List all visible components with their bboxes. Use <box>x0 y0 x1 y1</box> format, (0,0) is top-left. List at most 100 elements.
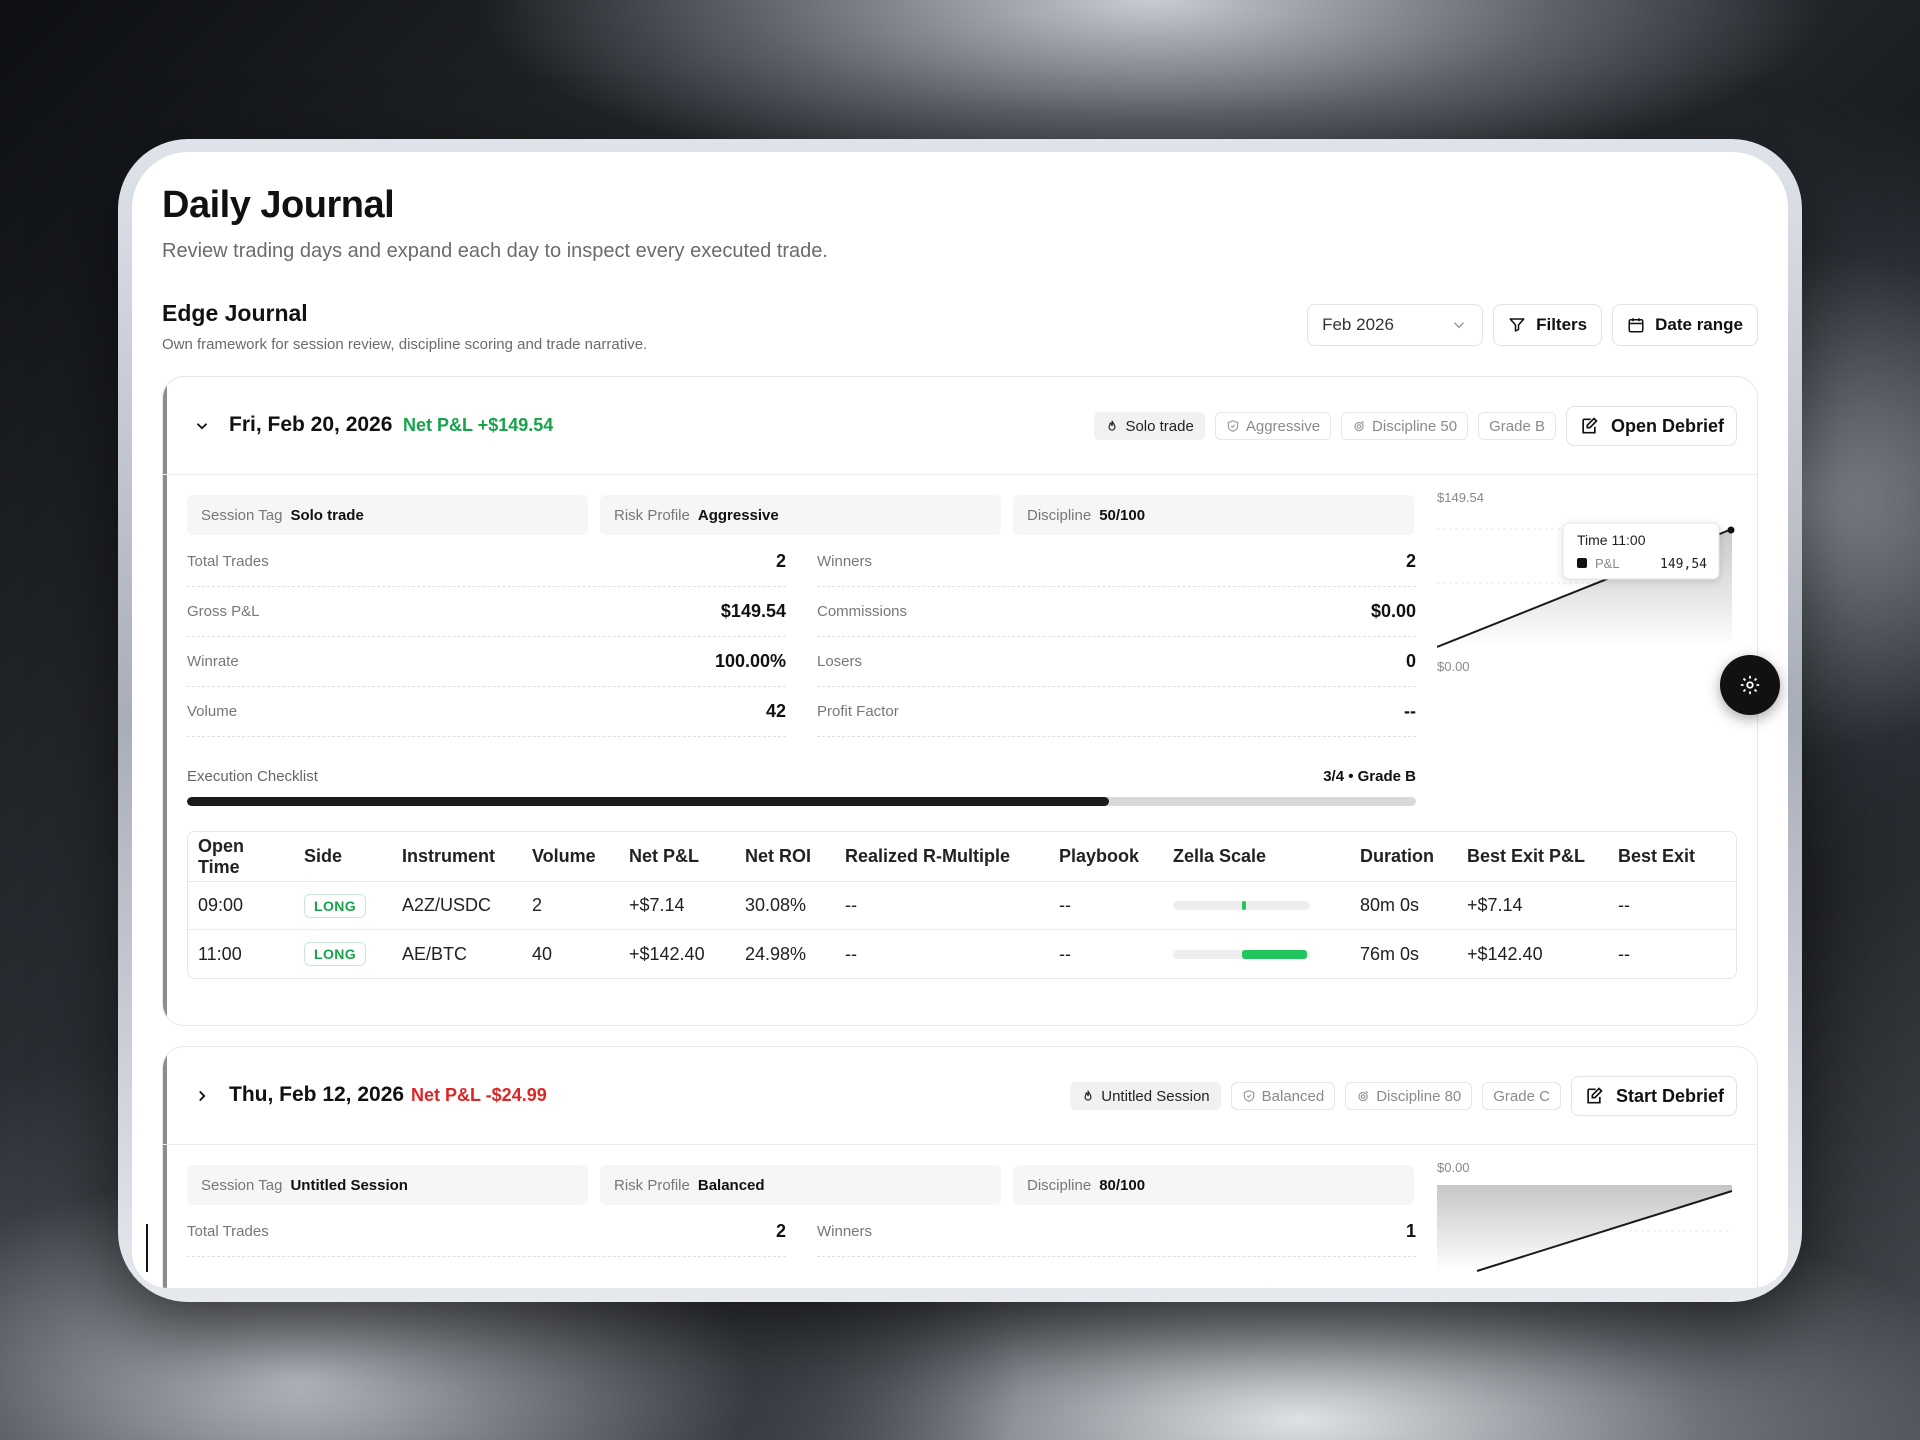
stat-label: Total Trades <box>187 1223 269 1240</box>
zella-scale-bar <box>1241 949 1307 959</box>
stat-label: Winners <box>817 1223 873 1240</box>
stat-label: Gross P&L <box>187 603 260 620</box>
chart-point <box>1727 526 1735 534</box>
stat-losers: Losers 0 <box>817 637 1416 687</box>
chevron-right-icon[interactable] <box>193 1087 211 1105</box>
stat-label: Commissions <box>817 603 908 620</box>
col-net-pnl[interactable]: Net P&L <box>619 832 735 882</box>
discipline-value: 50/100 <box>1099 506 1146 524</box>
day-card-header[interactable]: Fri, Feb 20, 2026 Net P&L +$149.54 Solo … <box>163 377 1757 475</box>
discipline-chip: Discipline 50 <box>1341 412 1469 440</box>
stat-commissions: Commissions $0.00 <box>817 587 1416 637</box>
col-volume[interactable]: Volume <box>522 832 619 882</box>
text-cursor <box>146 1224 148 1272</box>
col-best-exit-pnl[interactable]: Best Exit P&L <box>1457 832 1608 882</box>
month-select-value: Feb 2026 <box>1322 315 1394 334</box>
day-card: Thu, Feb 12, 2026 Net P&L -$24.99 Untitl… <box>162 1046 1758 1288</box>
cell-volume: 2 <box>522 882 619 930</box>
day-chips: Untitled Session Balanced Discipline 80 … <box>1070 1076 1737 1116</box>
risk-chip: Balanced <box>1230 1082 1336 1110</box>
chevron-down-icon[interactable] <box>193 417 211 435</box>
settings-fab[interactable] <box>1720 655 1780 715</box>
day-card-header[interactable]: Thu, Feb 12, 2026 Net P&L -$24.99 Untitl… <box>163 1047 1757 1145</box>
stat-value: 100.00% <box>714 651 786 671</box>
day-stats: Total Trades 2 Winners 2 Gross P&L $149.54 … <box>187 537 1416 737</box>
col-open-time[interactable]: Open Time <box>188 832 294 882</box>
session-tag: Session Tag Untitled Session <box>187 1165 588 1205</box>
col-side[interactable]: Side <box>294 832 392 882</box>
flame-icon <box>1084 1090 1092 1101</box>
session-tag-value: Untitled Session <box>290 1176 408 1194</box>
stat-label: Winrate <box>187 653 239 670</box>
col-instrument[interactable]: Instrument <box>392 832 522 882</box>
cell-best-exit-pnl: +$142.40 <box>1467 943 1543 964</box>
open-debrief-button[interactable]: Open Debrief <box>1565 406 1737 446</box>
risk-chip-label: Balanced <box>1261 1087 1325 1105</box>
col-r-multiple[interactable]: Realized R-Multiple <box>835 832 1049 882</box>
col-best-exit[interactable]: Best Exit <box>1608 832 1736 882</box>
chart-bottom-label: $0.00 <box>1437 659 1470 674</box>
checklist-progress <box>187 797 1416 806</box>
col-duration[interactable]: Duration <box>1350 832 1457 882</box>
stat-label: Volume <box>187 703 238 720</box>
start-debrief-label: Start Debrief <box>1615 1085 1724 1106</box>
table-row[interactable]: 09:00 LONG A2Z/USDC 2 +$7.14 30.08% -- -… <box>188 882 1736 930</box>
day-chips: Solo trade Aggressive Discipline 50 Grad… <box>1094 406 1737 446</box>
zella-scale-track <box>1173 901 1310 910</box>
trades-table: Open Time Side Instrument Volume Net P&L… <box>187 831 1737 979</box>
stat-value: 42 <box>765 701 786 721</box>
date-range-button[interactable]: Date range <box>1612 304 1758 346</box>
risk-profile: Risk Profile Balanced <box>600 1165 1001 1205</box>
stat-label: Winners <box>817 553 873 570</box>
cell-open-time: 09:00 <box>188 882 294 930</box>
cell-instrument: AE/BTC <box>402 943 468 964</box>
filter-icon <box>1509 318 1525 332</box>
flame-icon <box>1108 420 1116 431</box>
chart-top-label: $149.54 <box>1437 491 1484 505</box>
discipline-value: 80/100 <box>1099 1176 1146 1194</box>
date-range-label: Date range <box>1655 315 1743 334</box>
tooltip-series: P&L <box>1595 556 1620 571</box>
stat-winrate: Winrate 100.00% <box>187 637 786 687</box>
section-title: Edge Journal <box>162 300 308 326</box>
cell-r-multiple: -- <box>835 882 1049 930</box>
checklist-progress-fill <box>187 797 1109 806</box>
filters-button[interactable]: Filters <box>1493 304 1603 346</box>
stat-label: Profit Factor <box>817 703 899 720</box>
cell-zella-scale <box>1163 882 1350 930</box>
cell-zella-scale <box>1163 930 1350 978</box>
discipline-chip-label: Discipline 80 <box>1376 1087 1462 1105</box>
pnl-mini-chart: $149.54 $0.00 Time 11:00 P&L 149,54 <box>1437 491 1735 674</box>
section-subtitle: Own framework for session review, discip… <box>162 336 648 353</box>
day-date: Thu, Feb 12, 2026 <box>229 1083 405 1106</box>
col-net-roi[interactable]: Net ROI <box>735 832 835 882</box>
stat-profit-factor: Profit Factor -- <box>817 687 1416 737</box>
cell-side: LONG <box>294 930 392 978</box>
cell-r-multiple: -- <box>845 943 857 964</box>
col-zella-scale[interactable]: Zella Scale <box>1163 832 1350 882</box>
start-debrief-button[interactable]: Start Debrief <box>1570 1076 1737 1116</box>
grade-chip-label: Grade C <box>1493 1087 1550 1105</box>
cell-best-exit: -- <box>1618 943 1630 964</box>
stat-total-trades: Total Trades 2 <box>187 537 786 587</box>
target-icon <box>1354 420 1365 432</box>
session-chip-label: Untitled Session <box>1101 1087 1210 1105</box>
chart-area <box>1437 1185 1732 1271</box>
cell-net-pnl: +$7.14 <box>619 882 735 930</box>
session-chip: Solo trade <box>1094 412 1205 440</box>
table-row[interactable]: 11:00 LONG AE/BTC 40 +$142.40 24.98% -- … <box>188 930 1736 978</box>
cell-best-exit: -- <box>1608 882 1736 930</box>
edit-icon <box>1587 1087 1603 1104</box>
discipline-chip-label: Discipline 50 <box>1372 417 1458 435</box>
day-stats: Total Trades 2 Winners 1 <box>187 1207 1416 1257</box>
month-select[interactable]: Feb 2026 <box>1307 304 1484 346</box>
session-chip: Untitled Session <box>1070 1082 1221 1110</box>
stat-winners: Winners 1 <box>817 1207 1416 1257</box>
table-header-row: Open Time Side Instrument Volume Net P&L… <box>188 832 1736 882</box>
shield-icon <box>1227 420 1239 432</box>
stat-value: 0 <box>1405 651 1416 671</box>
cell-duration: 80m 0s <box>1350 882 1457 930</box>
checklist-label: Execution Checklist <box>187 768 318 785</box>
cell-instrument: A2Z/USDC <box>392 882 522 930</box>
col-playbook[interactable]: Playbook <box>1049 832 1163 882</box>
